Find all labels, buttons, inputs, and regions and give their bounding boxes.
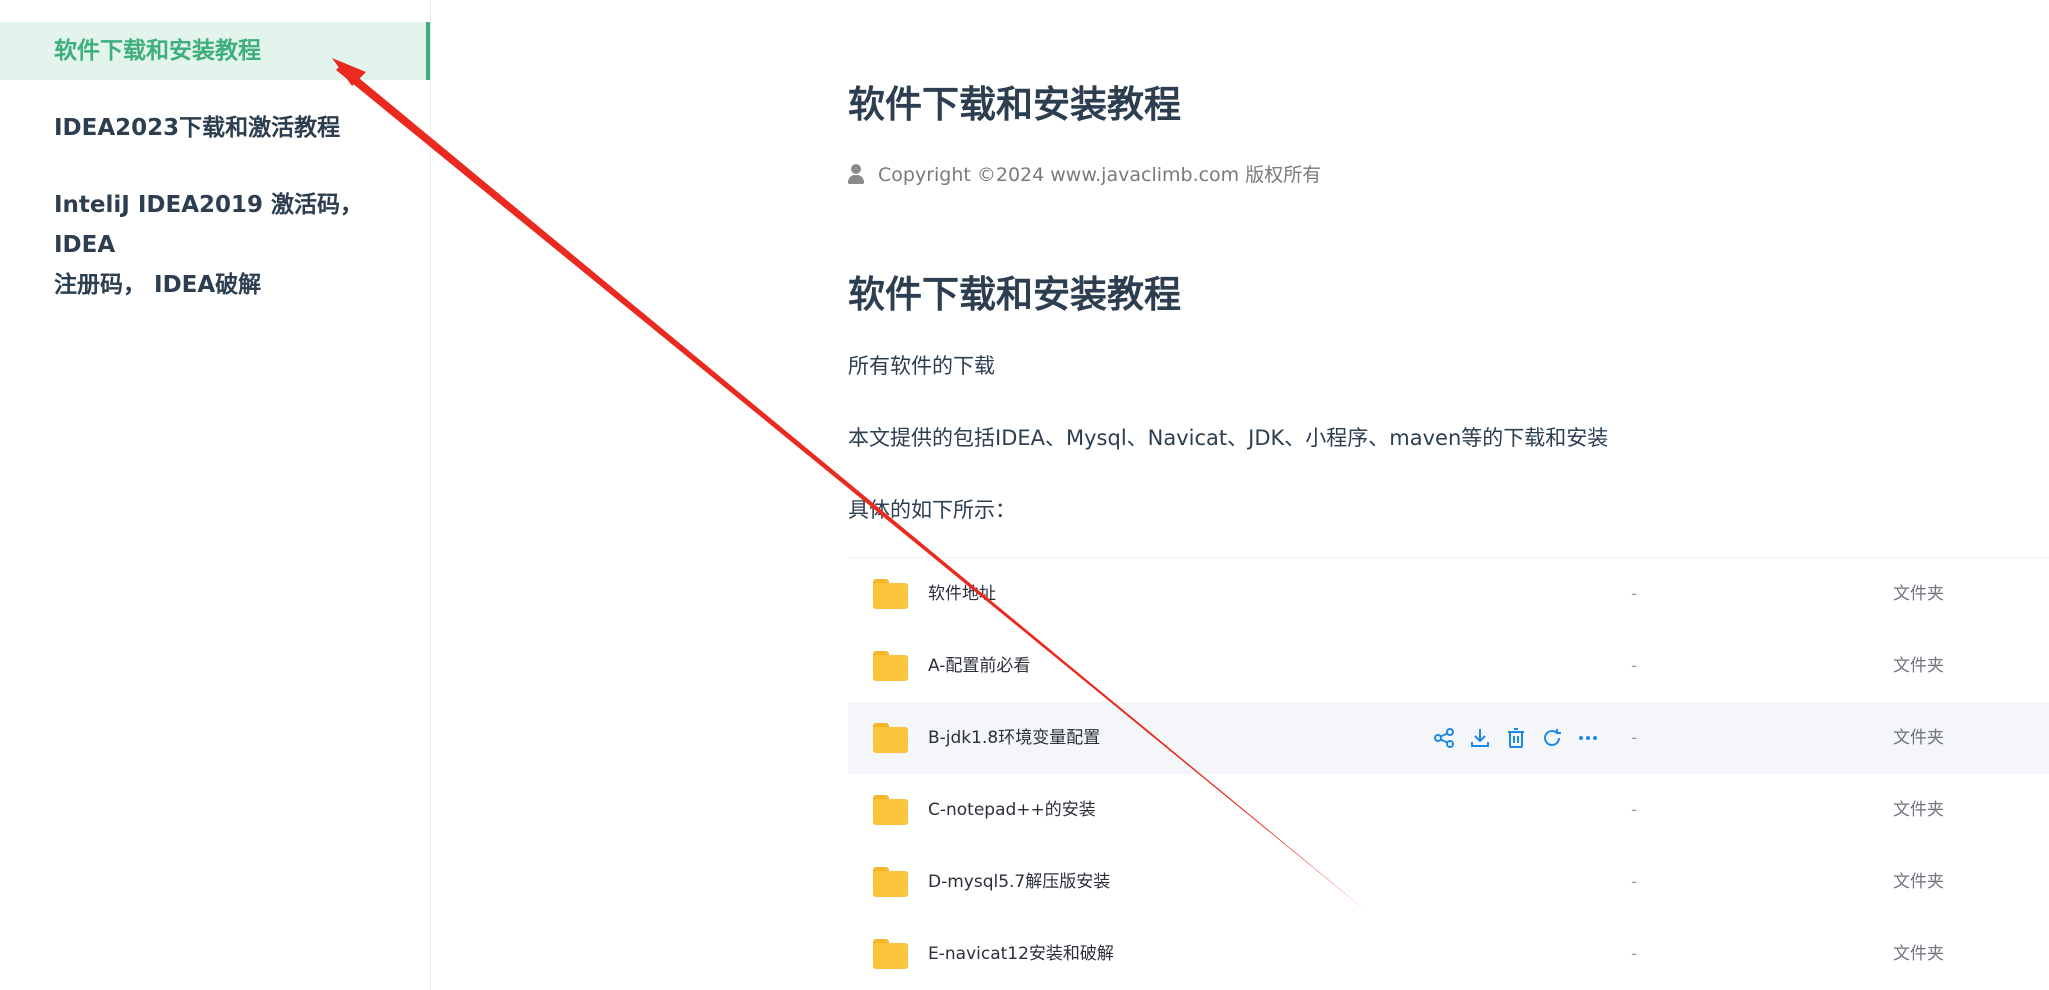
paragraph: 具体的如下所示： <box>848 498 1016 522</box>
file-type: 文件夹 <box>1893 584 1944 604</box>
file-size: - <box>1631 872 1638 892</box>
file-name[interactable]: 软件地址 <box>928 558 996 630</box>
sidebar-item-label: IDEA2023下载和激活教程 <box>54 115 341 141</box>
delete-icon[interactable] <box>1504 726 1528 750</box>
copyright-meta: Copyright ©2024 www.javaclimb.com 版权所有 <box>848 160 1321 187</box>
file-name[interactable]: C-notepad++的安装 <box>928 774 1096 846</box>
file-row[interactable]: D-mysql5.7解压版安装 - 文件夹 <box>848 846 2049 918</box>
user-icon <box>848 163 864 184</box>
file-row[interactable]: 软件地址 - 文件夹 <box>848 558 2049 630</box>
file-list: 软件地址 - 文件夹 A-配置前必看 - 文件夹 B-jdk1.8环境变量配置 <box>848 557 2049 990</box>
folder-icon <box>873 723 908 753</box>
refresh-icon[interactable] <box>1540 726 1564 750</box>
file-type: 文件夹 <box>1893 800 1944 820</box>
share-icon[interactable] <box>1432 726 1456 750</box>
file-name[interactable]: B-jdk1.8环境变量配置 <box>928 702 1100 774</box>
paragraph: 所有软件的下载 <box>848 354 995 378</box>
section-heading: 软件下载和安装教程 <box>848 273 1181 316</box>
file-row[interactable]: C-notepad++的安装 - 文件夹 <box>848 774 2049 846</box>
main-content: 软件下载和安装教程 Copyright ©2024 www.javaclimb.… <box>848 0 2049 990</box>
page: 软件下载和安装教程 IDEA2023下载和激活教程 InteliJ IDEA20… <box>0 0 2049 990</box>
file-type: 文件夹 <box>1893 728 1944 748</box>
download-icon[interactable] <box>1468 726 1492 750</box>
file-row[interactable]: E-navicat12安装和破解 - 文件夹 <box>848 918 2049 990</box>
copyright-text: Copyright ©2024 www.javaclimb.com 版权所有 <box>878 164 1322 186</box>
file-type: 文件夹 <box>1893 944 1944 964</box>
file-name[interactable]: E-navicat12安装和破解 <box>928 918 1114 990</box>
page-title: 软件下载和安装教程 <box>848 83 1181 126</box>
file-name[interactable]: D-mysql5.7解压版安装 <box>928 846 1110 918</box>
file-row-hovered[interactable]: B-jdk1.8环境变量配置 - 文件夹 <box>848 702 2049 774</box>
sidebar: 软件下载和安装教程 IDEA2023下载和激活教程 InteliJ IDEA20… <box>0 0 431 990</box>
file-size: - <box>1631 944 1638 964</box>
sidebar-item-label-line2: 注册码， IDEA破解 <box>54 272 262 298</box>
file-size: - <box>1631 728 1638 748</box>
folder-icon <box>873 867 908 897</box>
sidebar-item-label-line1: InteliJ IDEA2019 激活码，IDEA <box>54 192 364 258</box>
folder-icon <box>873 651 908 681</box>
file-size: - <box>1631 584 1638 604</box>
folder-icon <box>873 579 908 609</box>
more-icon[interactable] <box>1576 726 1600 750</box>
file-size: - <box>1631 800 1638 820</box>
file-name[interactable]: A-配置前必看 <box>928 630 1030 702</box>
sidebar-item-software-download[interactable]: 软件下载和安装教程 <box>0 22 430 80</box>
folder-icon <box>873 939 908 969</box>
paragraph: 本文提供的包括IDEA、Mysql、Navicat、JDK、小程序、maven等… <box>848 426 1609 450</box>
sidebar-item-idea2023[interactable]: IDEA2023下载和激活教程 <box>0 108 430 148</box>
file-type: 文件夹 <box>1893 656 1944 676</box>
file-type: 文件夹 <box>1893 872 1944 892</box>
file-row[interactable]: A-配置前必看 - 文件夹 <box>848 630 2049 702</box>
file-size: - <box>1631 656 1638 676</box>
sidebar-item-label: 软件下载和安装教程 <box>54 38 261 64</box>
row-actions <box>1432 726 1600 750</box>
folder-icon <box>873 795 908 825</box>
sidebar-item-idea2019-activation[interactable]: InteliJ IDEA2019 激活码，IDEA 注册码， IDEA破解 <box>0 185 430 305</box>
